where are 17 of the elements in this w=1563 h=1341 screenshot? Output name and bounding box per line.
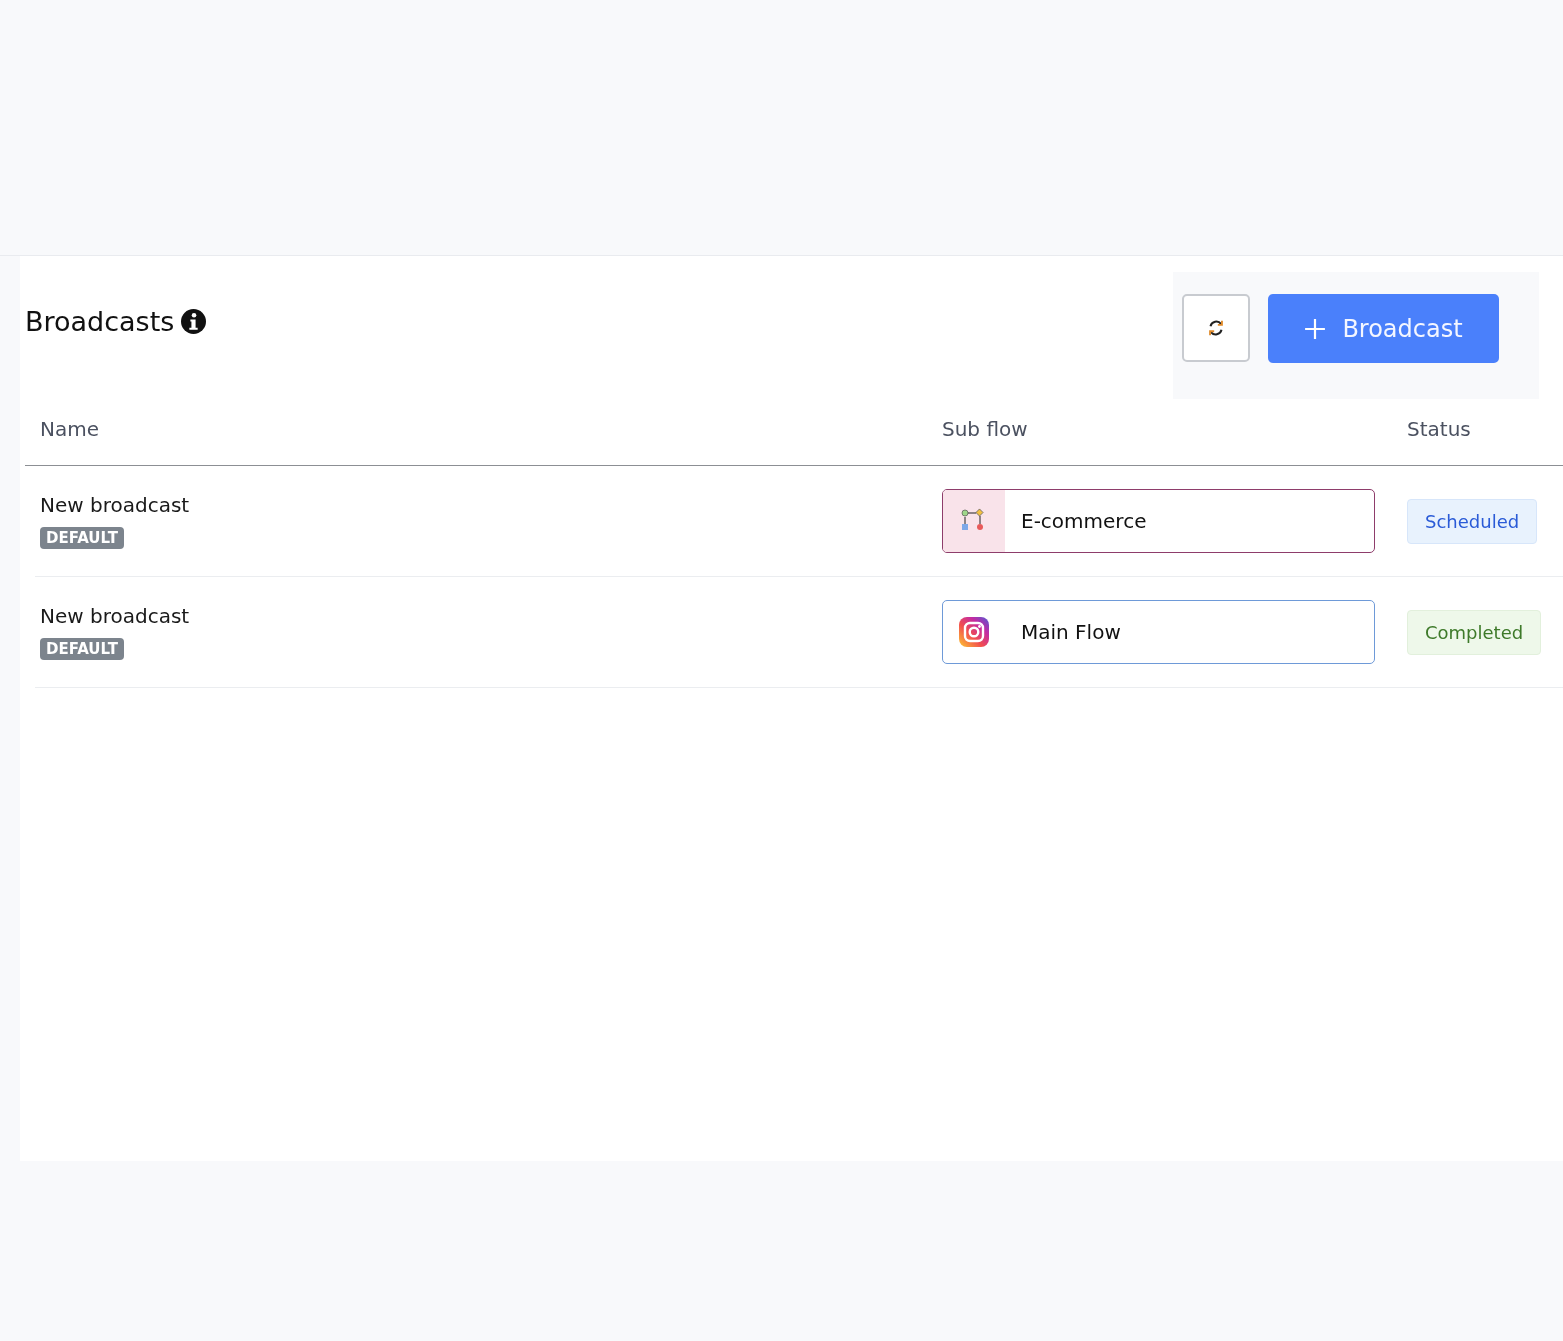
plus-icon [1304, 317, 1327, 340]
subflow-name: E-commerce [1021, 509, 1147, 533]
broadcast-name: New broadcast [40, 604, 190, 628]
status-tag: Scheduled [1407, 498, 1538, 544]
page-title: Broadcasts [25, 306, 175, 337]
subflow-name: Main Flow [1021, 620, 1121, 644]
info-icon[interactable] [181, 309, 207, 334]
column-header: Status [1407, 417, 1472, 441]
status-tag: Completed [1407, 609, 1542, 655]
default-tag: DEFAULT [40, 527, 124, 549]
default-tag: DEFAULT [40, 638, 124, 660]
column-header: Sub flow [942, 417, 1029, 441]
instagram-icon [958, 616, 990, 648]
subflow-card[interactable]: Main Flow [942, 600, 1375, 664]
column-header: Name [40, 417, 100, 441]
subflow-card[interactable]: E-commerce [942, 489, 1375, 553]
broadcast-name: New broadcast [40, 493, 190, 517]
